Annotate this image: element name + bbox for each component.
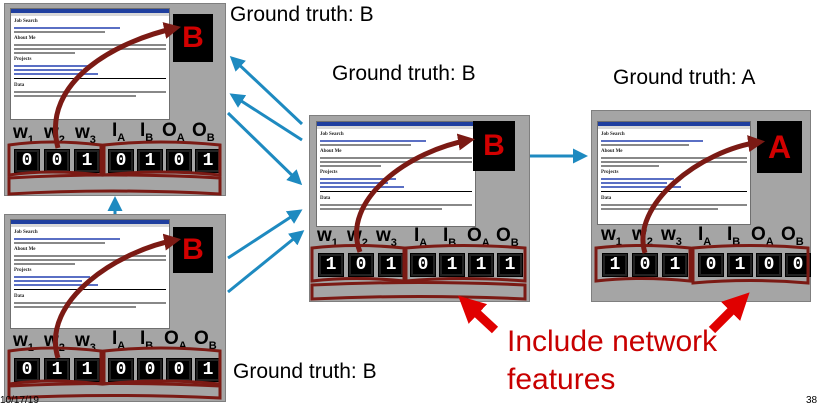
arrow-p2-to-p3-b xyxy=(227,230,305,294)
arrow-p3-to-p1-b xyxy=(229,93,303,142)
network-bracket xyxy=(102,346,222,386)
curve-p2 xyxy=(53,233,182,359)
arrow-p2-to-p3 xyxy=(227,209,303,260)
footer-date: 10/17/19 xyxy=(0,395,39,406)
ground-truth-label: Ground truth: B xyxy=(233,360,377,383)
feature-bracket xyxy=(7,173,222,196)
word-bracket xyxy=(7,140,103,177)
network-bracket xyxy=(404,244,527,283)
curve-p3 xyxy=(354,133,476,253)
feature-bracket xyxy=(7,382,222,400)
arrow-p1-to-p3 xyxy=(226,111,303,186)
curve-p1 xyxy=(53,22,181,149)
callout-arrow-left xyxy=(458,295,499,334)
network-bracket xyxy=(102,140,222,177)
footer-page-number: 38 xyxy=(806,395,818,406)
feature-bracket xyxy=(310,281,527,301)
ground-truth-label: Ground truth: A xyxy=(613,66,756,89)
curve-p4 xyxy=(640,135,766,254)
callout-line-2: features xyxy=(507,363,616,396)
ground-truth-label: Ground truth: B xyxy=(230,3,374,26)
arrow-p3-to-p1 xyxy=(229,55,304,126)
network-bracket xyxy=(691,244,810,285)
ground-truth-label: Ground truth: B xyxy=(332,62,476,85)
callout-line-1: Include network xyxy=(507,325,718,358)
callout-text: Include network features xyxy=(507,323,717,399)
